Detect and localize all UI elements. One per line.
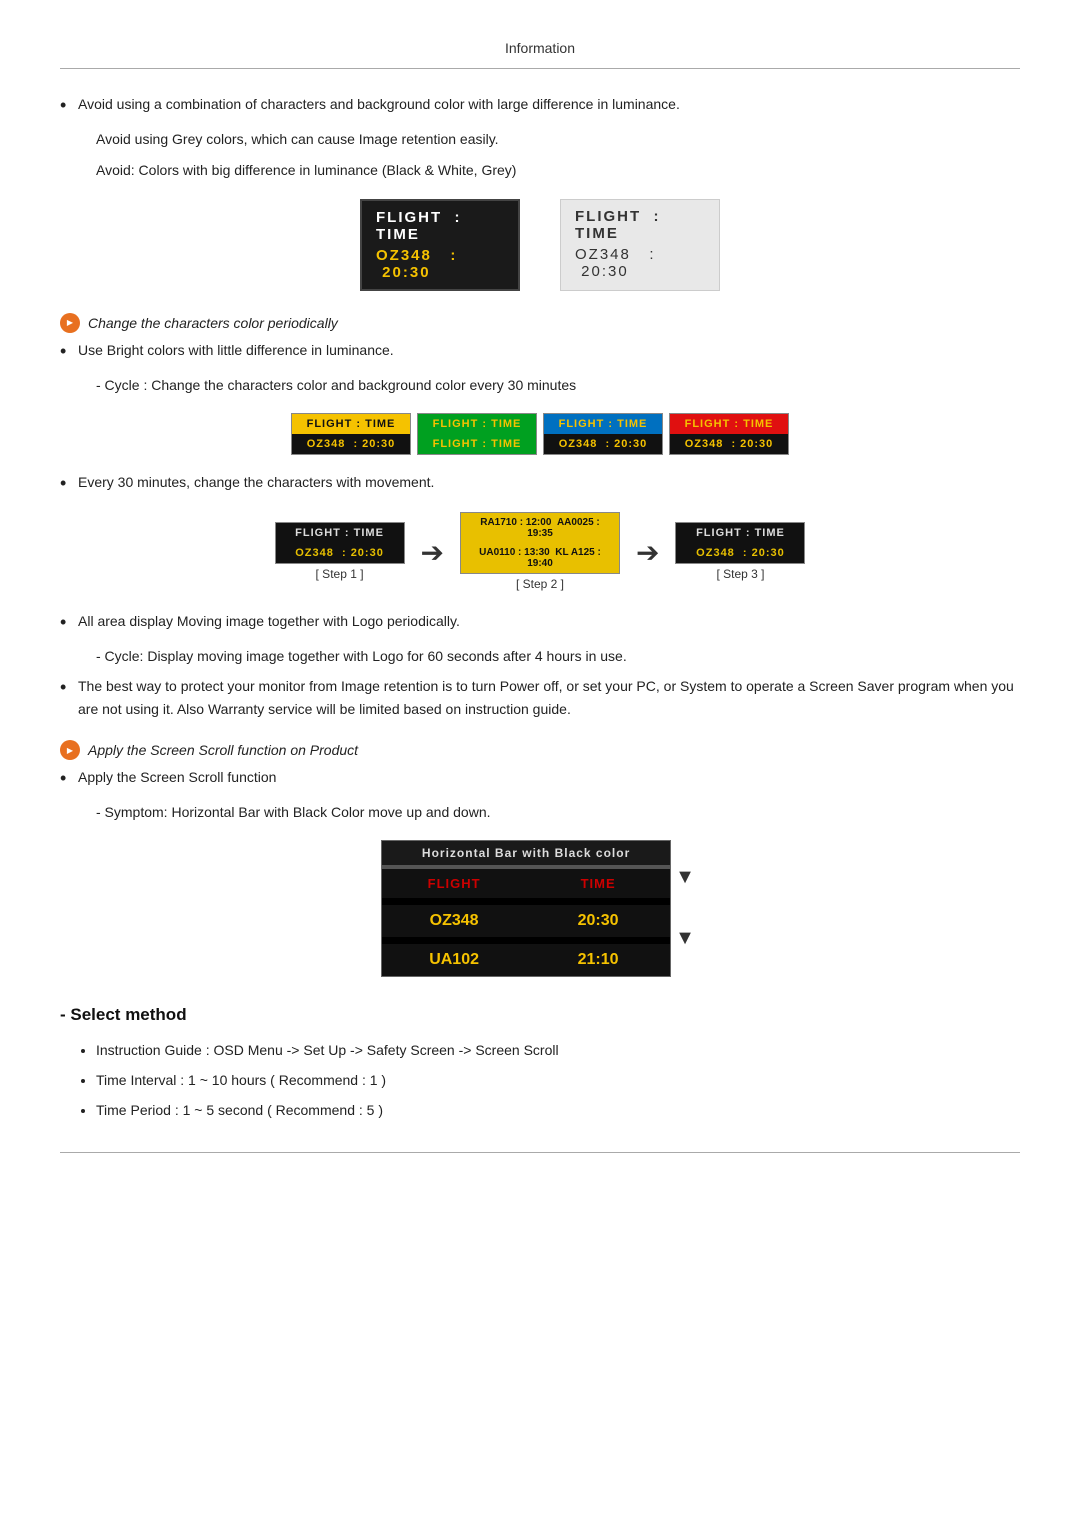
- bullet-dot-2: •: [60, 339, 78, 364]
- select-item-2: Time Interval : 1 ~ 10 hours ( Recommend…: [96, 1069, 1020, 1091]
- cycle-box-2: FLIGHT : TIME FLIGHT : TIME: [417, 413, 537, 455]
- step-box-3: FLIGHT : TIME OZ348 : 20:30: [675, 522, 805, 564]
- oz348-label-dark: OZ348 : 20:30: [376, 247, 504, 281]
- orange-circle-icon-2: [60, 740, 80, 760]
- step-3-container: FLIGHT : TIME OZ348 : 20:30 [ Step 3 ]: [675, 522, 805, 584]
- hbar-title-cell: Horizontal Bar with Black color: [382, 846, 670, 860]
- hbar-r2c1: UA102: [382, 944, 526, 976]
- select-item-3: Time Period : 1 ~ 5 second ( Recommend :…: [96, 1099, 1020, 1121]
- cycle-box-3: FLIGHT : TIME OZ348 : 20:30: [543, 413, 663, 455]
- screen-scroll-icon-row: Apply the Screen Scroll function on Prod…: [60, 740, 358, 760]
- hbar-col1: FLIGHT: [382, 869, 526, 898]
- bullet-item-5: • The best way to protect your monitor f…: [60, 675, 1020, 720]
- step-1-bot: OZ348 : 20:30: [276, 543, 404, 563]
- step-box-1: FLIGHT : TIME OZ348 : 20:30: [275, 522, 405, 564]
- step-3-label: [ Step 3 ]: [675, 564, 805, 584]
- hbar-r1c2: 20:30: [526, 905, 670, 937]
- oz348-label-light: OZ348 : 20:30: [575, 246, 705, 280]
- bullet-text-3: Every 30 minutes, change the characters …: [78, 471, 1020, 493]
- step-1-label: [ Step 1 ]: [275, 564, 405, 584]
- bullet-dot-6: •: [60, 766, 78, 791]
- hbar-col2: TIME: [526, 869, 670, 898]
- bullet-text-1: Avoid using a combination of characters …: [78, 93, 1020, 115]
- flight-box-dark: FLIGHT : TIME OZ348 : 20:30: [360, 199, 520, 291]
- select-method-title: - Select method: [60, 1005, 1020, 1025]
- hbar-wrapper: Horizontal Bar with Black color FLIGHT T…: [60, 840, 1020, 977]
- bullet-item-6: • Apply the Screen Scroll function: [60, 766, 1020, 791]
- flight-label-light: FLIGHT : TIME: [575, 208, 705, 242]
- step-box-2: RA1710 : 12:00 AA0025 : 19:35 UA0110 : 1…: [460, 512, 620, 574]
- hbar-r2c2: 21:10: [526, 944, 670, 976]
- bullet-item-4: • All area display Moving image together…: [60, 610, 1020, 635]
- cycle-block: FLIGHT : TIME OZ348 : 20:30 FLIGHT : TIM…: [60, 413, 1020, 455]
- cycle-box-4: FLIGHT : TIME OZ348 : 20:30: [669, 413, 789, 455]
- arrow-2: ➔: [636, 536, 659, 569]
- change-color-icon-row: Change the characters color periodically: [60, 313, 338, 333]
- hbar-side-arrows: ▼ ▼: [671, 840, 699, 977]
- bullet-dot-4: •: [60, 610, 78, 635]
- bullet-item-3: • Every 30 minutes, change the character…: [60, 471, 1020, 496]
- hbar-data-row-2: UA102 21:10: [382, 944, 670, 976]
- step-1-top: FLIGHT : TIME: [276, 523, 404, 543]
- sub-text-4: - Cycle: Display moving image together w…: [96, 645, 1020, 667]
- down-arrow-2: ▼: [675, 927, 695, 950]
- bullet-text-5: The best way to protect your monitor fro…: [78, 675, 1020, 720]
- bottom-line: [60, 1152, 1020, 1153]
- hbar-data-row-1: OZ348 20:30: [382, 905, 670, 940]
- change-color-text: Change the characters color periodically: [88, 315, 338, 331]
- step-3-top: FLIGHT : TIME: [676, 523, 804, 543]
- down-arrow-1: ▼: [675, 866, 695, 889]
- hbar-r1c1: OZ348: [382, 905, 526, 937]
- flight-boxes-block: FLIGHT : TIME OZ348 : 20:30 FLIGHT : TIM…: [60, 199, 1020, 291]
- bullet-item-1: • Avoid using a combination of character…: [60, 93, 1020, 118]
- bullet-dot-3: •: [60, 471, 78, 496]
- bullet-text-4: All area display Moving image together w…: [78, 610, 1020, 632]
- page-container: Information • Avoid using a combination …: [0, 0, 1080, 1193]
- orange-circle-icon: [60, 313, 80, 333]
- flight-label-dark: FLIGHT : TIME: [376, 209, 504, 243]
- hbar-header-row: Horizontal Bar with Black color: [382, 841, 670, 867]
- cycle-box-3-top: FLIGHT : TIME: [544, 414, 662, 434]
- cycle-box-1: FLIGHT : TIME OZ348 : 20:30: [291, 413, 411, 455]
- bullet-dot-1: •: [60, 93, 78, 118]
- step-2-label: [ Step 2 ]: [460, 574, 620, 594]
- page-title: Information: [60, 30, 1020, 69]
- sub-text-2: Avoid: Colors with big difference in lum…: [96, 159, 1020, 181]
- bullet-dot-5: •: [60, 675, 78, 700]
- screen-scroll-text: Apply the Screen Scroll function on Prod…: [88, 742, 358, 758]
- cycle-box-1-top: FLIGHT : TIME: [292, 414, 410, 434]
- step-2-bot: UA0110 : 13:30 KL A125 : 19:40: [461, 543, 619, 573]
- hbar-main: Horizontal Bar with Black color FLIGHT T…: [381, 840, 671, 977]
- step-2-top: RA1710 : 12:00 AA0025 : 19:35: [461, 513, 619, 543]
- hbar-data-row-header: FLIGHT TIME: [382, 869, 670, 901]
- arrow-1: ➔: [421, 536, 444, 569]
- select-item-1: Instruction Guide : OSD Menu -> Set Up -…: [96, 1039, 1020, 1061]
- sub-text-3: - Cycle : Change the characters color an…: [96, 374, 1020, 396]
- steps-block: FLIGHT : TIME OZ348 : 20:30 [ Step 1 ] ➔…: [60, 512, 1020, 594]
- cycle-box-2-bot: FLIGHT : TIME: [418, 434, 536, 454]
- sub-text-5: - Symptom: Horizontal Bar with Black Col…: [96, 801, 1020, 823]
- step-2-container: RA1710 : 12:00 AA0025 : 19:35 UA0110 : 1…: [460, 512, 620, 594]
- cycle-box-4-top: FLIGHT : TIME: [670, 414, 788, 434]
- bullet-text-2: Use Bright colors with little difference…: [78, 339, 1020, 361]
- bullet-item-2: • Use Bright colors with little differen…: [60, 339, 1020, 364]
- sub-text-1: Avoid using Grey colors, which can cause…: [96, 128, 1020, 150]
- cycle-box-1-bot: OZ348 : 20:30: [292, 434, 410, 454]
- cycle-box-3-bot: OZ348 : 20:30: [544, 434, 662, 454]
- step-3-bot: OZ348 : 20:30: [676, 543, 804, 563]
- cycle-box-2-top: FLIGHT : TIME: [418, 414, 536, 434]
- step-1-container: FLIGHT : TIME OZ348 : 20:30 [ Step 1 ]: [275, 522, 405, 584]
- select-list: Instruction Guide : OSD Menu -> Set Up -…: [96, 1039, 1020, 1122]
- bullet-text-6: Apply the Screen Scroll function: [78, 766, 1020, 788]
- flight-box-light: FLIGHT : TIME OZ348 : 20:30: [560, 199, 720, 291]
- cycle-box-4-bot: OZ348 : 20:30: [670, 434, 788, 454]
- select-method-section: - Select method Instruction Guide : OSD …: [60, 1005, 1020, 1122]
